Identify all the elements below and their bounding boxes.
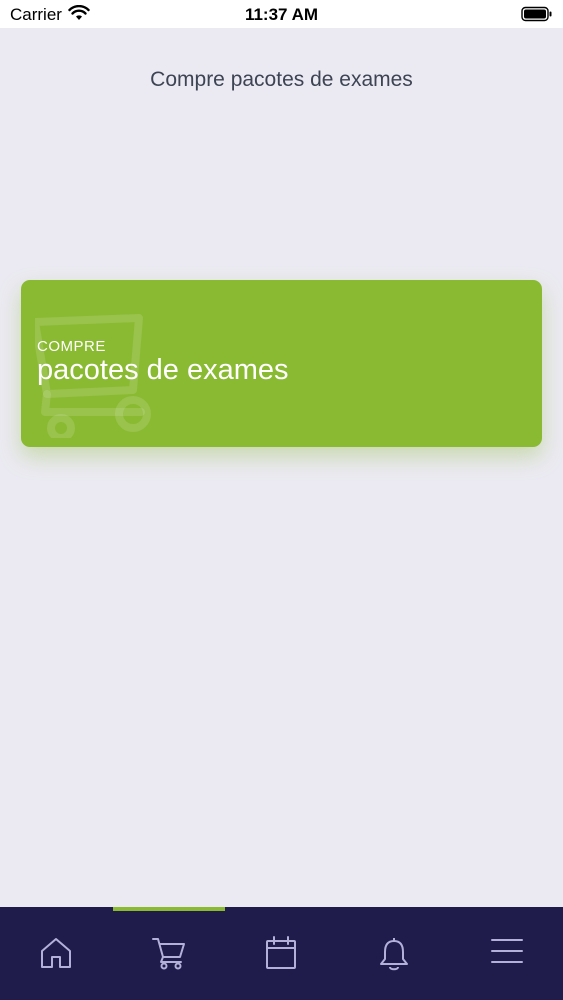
card-kicker: COMPRE [37, 338, 106, 355]
bell-icon [380, 938, 409, 971]
tab-home[interactable] [0, 907, 113, 1000]
card-title: pacotes de exames [37, 354, 289, 386]
page-title: Compre pacotes de exames [150, 68, 413, 91]
menu-icon [490, 939, 523, 963]
buy-exam-packages-card[interactable]: COMPRE pacotes de exames [21, 280, 542, 447]
tab-menu[interactable] [450, 907, 563, 1000]
clock: 11:37 AM [244, 5, 319, 24]
tab-bar [0, 907, 563, 1000]
cart-icon [151, 938, 185, 970]
status-bar: Carrier 11:37 AM [0, 0, 563, 28]
battery-icon [521, 6, 552, 22]
home-icon [41, 938, 72, 968]
tab-notifications[interactable] [338, 907, 451, 1000]
tab-cart[interactable] [113, 907, 226, 1000]
calendar-icon [266, 936, 297, 969]
tab-calendar[interactable] [225, 907, 338, 1000]
